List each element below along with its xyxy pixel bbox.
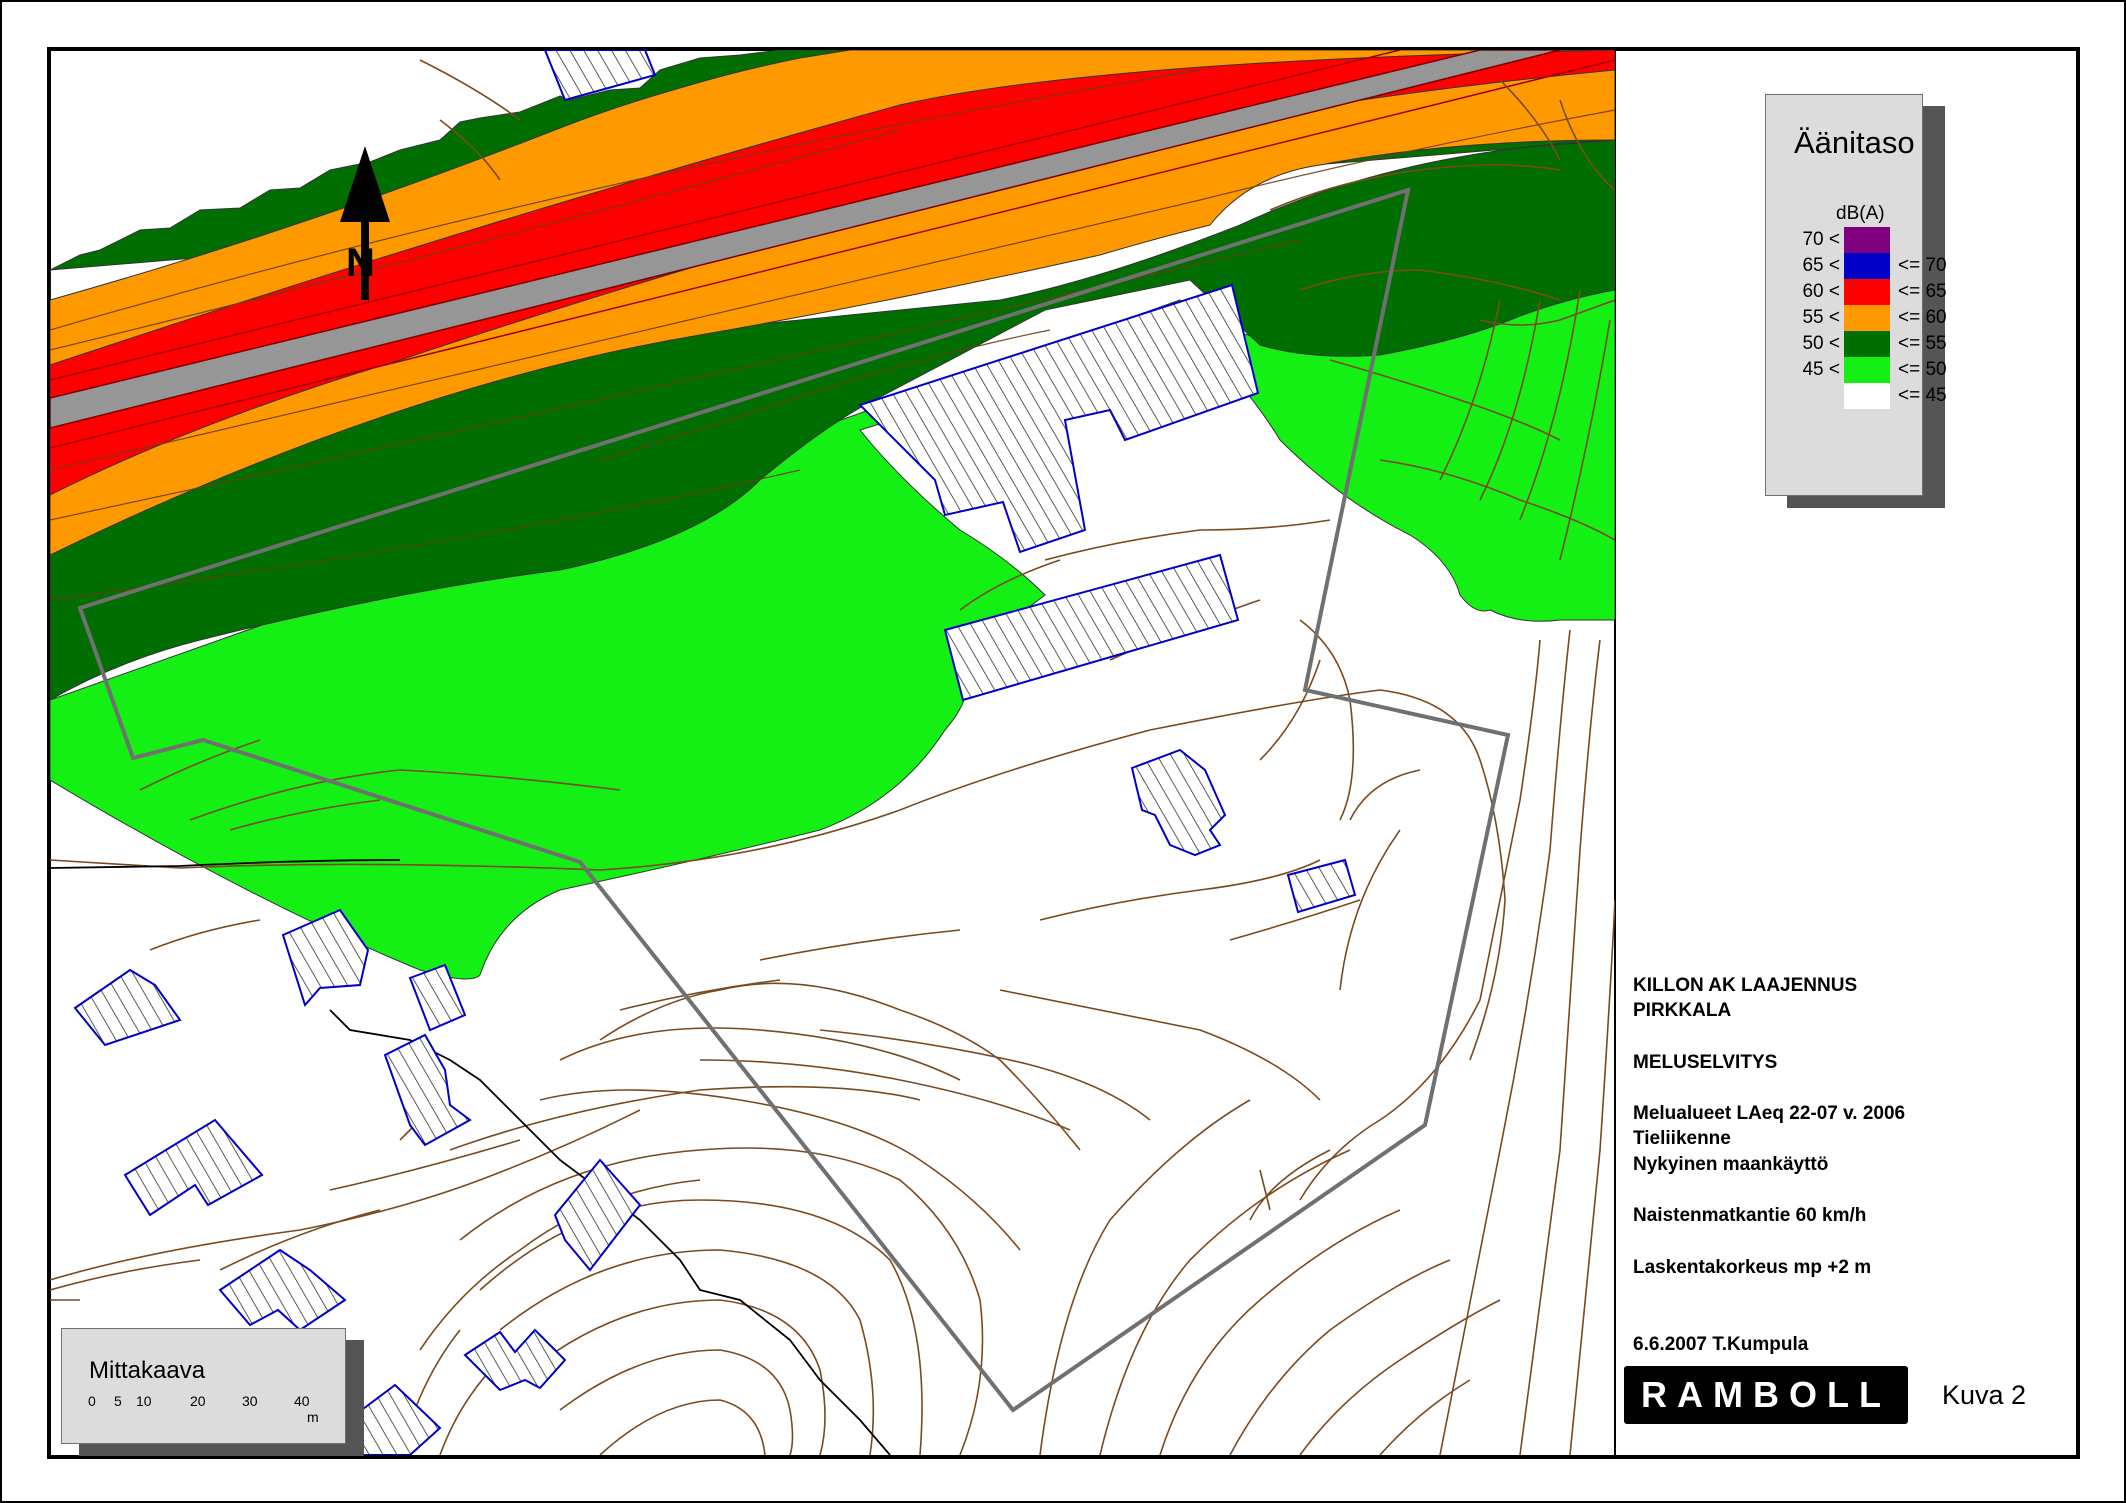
- scale-tick: 40: [294, 1393, 310, 1409]
- scale-tick: 10: [136, 1393, 152, 1409]
- report-title: MELUSELVITYS: [1633, 1052, 1778, 1073]
- legend-title: Äänitaso: [1794, 125, 1915, 160]
- scale-title: Mittakaava: [89, 1357, 206, 1384]
- legend-swatch: [1844, 331, 1890, 357]
- date-author: 6.6.2007 T.Kumpula: [1633, 1334, 1809, 1355]
- legend: Äänitaso dB(A) 70 < 65 < <= 70 60 < <= 6…: [1765, 94, 1947, 496]
- description-line: Melualueet LAeq 22-07 v. 2006: [1633, 1103, 1906, 1124]
- legend-row: <= 45: [1766, 383, 1947, 409]
- legend-low: 45 <: [1802, 359, 1840, 380]
- scale-box: Mittakaava 0 5 10 20 30 40 m: [61, 1328, 346, 1444]
- figure-label: Kuva 2: [1942, 1380, 2027, 1410]
- legend-row: 65 < <= 70: [1766, 253, 1947, 279]
- legend-swatch: [1844, 253, 1890, 279]
- legend-low: 65 <: [1802, 255, 1840, 276]
- scale-unit: m: [307, 1409, 319, 1425]
- project-location: PIRKKALA: [1633, 1000, 1732, 1021]
- building: [73, 968, 182, 1047]
- legend-high: <= 50: [1898, 359, 1947, 380]
- legend-swatch: [1844, 357, 1890, 383]
- building: [383, 1033, 472, 1147]
- legend-swatch: [1844, 227, 1890, 253]
- building: [218, 1248, 347, 1332]
- legend-swatch: [1844, 383, 1890, 409]
- legend-swatch: [1844, 305, 1890, 331]
- scale-tick: 5: [114, 1393, 122, 1409]
- legend-high: <= 45: [1898, 385, 1947, 406]
- legend-low: 55 <: [1802, 307, 1840, 328]
- building: [1130, 748, 1227, 857]
- legend-low: 50 <: [1802, 333, 1840, 354]
- legend-row: 50 < <= 55: [1766, 331, 1947, 357]
- project-title: KILLON AK LAAJENNUS: [1633, 975, 1858, 996]
- legend-low: 60 <: [1802, 281, 1840, 302]
- legend-low: 70 <: [1802, 229, 1840, 250]
- description-line: Nykyinen maankäyttö: [1633, 1154, 1829, 1175]
- scale-tick: 20: [190, 1393, 206, 1409]
- legend-row: 45 < <= 50: [1766, 357, 1947, 383]
- legend-row: 60 < <= 65: [1766, 279, 1947, 305]
- legend-high: <= 55: [1898, 333, 1947, 354]
- height-info: Laskentakorkeus mp +2 m: [1633, 1257, 1872, 1278]
- road-info: Naistenmatkantie 60 km/h: [1633, 1205, 1867, 1226]
- legend-row: 55 < <= 60: [1766, 305, 1947, 331]
- legend-swatch: [1844, 279, 1890, 305]
- scale-tick: 0: [88, 1393, 96, 1409]
- legend-high: <= 70: [1898, 255, 1947, 276]
- legend-unit: dB(A): [1836, 203, 1885, 224]
- description-line: Tieliikenne: [1633, 1128, 1731, 1149]
- legend-row: 70 <: [1766, 227, 1922, 253]
- building: [353, 1383, 442, 1455]
- ramboll-logo: RAMBOLL: [1624, 1366, 1908, 1424]
- legend-high: <= 60: [1898, 307, 1947, 328]
- building: [553, 1158, 642, 1272]
- building: [123, 1118, 264, 1217]
- noise-map: [50, 50, 1615, 1455]
- north-label: N: [346, 241, 375, 285]
- legend-high: <= 65: [1898, 281, 1947, 302]
- scale-tick: 30: [242, 1393, 258, 1409]
- building: [463, 1328, 567, 1392]
